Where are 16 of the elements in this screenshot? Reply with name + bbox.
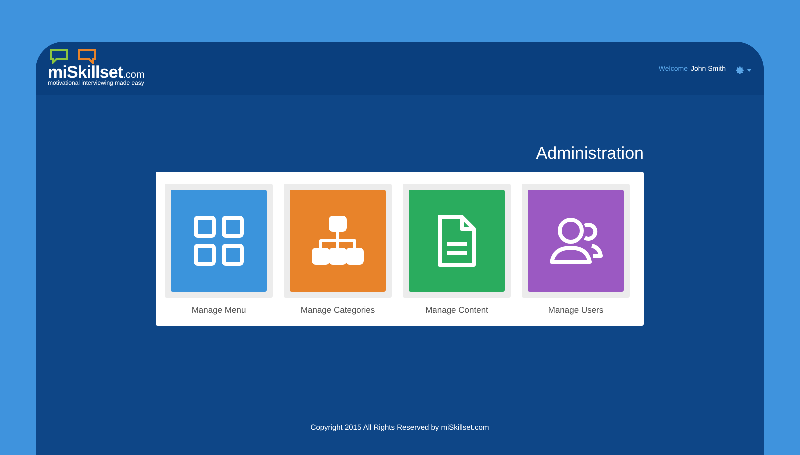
page-title: Administration [536,145,644,162]
settings-menu-button[interactable] [736,66,752,75]
admin-tile[interactable] [403,184,511,298]
tile-label[interactable]: Manage Menu [192,304,246,317]
tile-label[interactable]: Manage Content [426,304,488,317]
tile-label[interactable]: Manage Categories [300,304,376,317]
caret-icon [747,68,752,72]
admin-tile[interactable] [165,184,273,298]
hierarchy-icon [311,214,365,268]
settings-icon [736,66,745,75]
grid-icon [192,214,246,268]
admin-tile[interactable] [522,184,630,298]
tile-label[interactable]: Manage Users [548,304,604,317]
admin-tile[interactable] [284,184,392,298]
logo-text: miSkillset [48,64,124,81]
logo-domain: .com [123,71,145,81]
